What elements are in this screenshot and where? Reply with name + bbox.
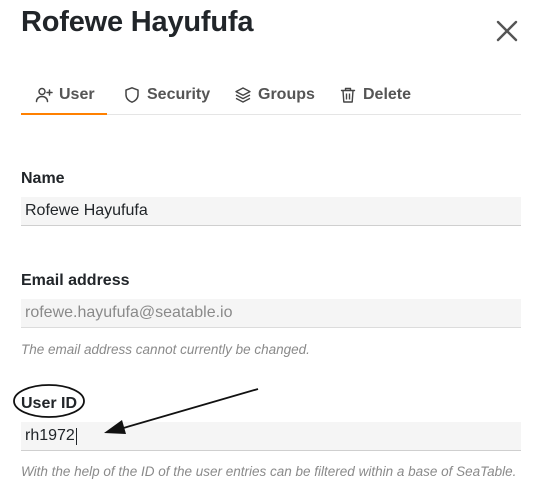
annotation-arrow <box>104 388 259 434</box>
name-label: Name <box>21 170 65 187</box>
layers-icon <box>234 86 252 104</box>
text-caret <box>75 427 77 445</box>
email-label: Email address <box>21 272 130 289</box>
email-help-text: The email address cannot currently be ch… <box>21 342 310 357</box>
shield-icon <box>123 86 141 104</box>
close-button[interactable] <box>494 18 520 44</box>
name-value: Rofewe Hayufufa <box>25 202 148 219</box>
annotation-ellipse <box>13 384 85 418</box>
tab-security-label: Security <box>147 86 211 103</box>
email-value: rofewe.hayufufa@seatable.io <box>25 304 233 321</box>
user-edit-dialog: Rofewe Hayufufa User Security Groups Del… <box>0 0 550 494</box>
tab-user-label: User <box>59 86 95 103</box>
user-plus-icon <box>35 86 53 104</box>
trash-icon <box>339 86 357 104</box>
email-field: rofewe.hayufufa@seatable.io <box>21 299 521 328</box>
user-id-field[interactable]: rh1972 <box>21 422 521 451</box>
tab-security[interactable]: Security <box>123 76 210 114</box>
user-id-value: rh1972 <box>25 427 75 444</box>
tab-groups[interactable]: Groups <box>234 76 315 114</box>
tab-delete[interactable]: Delete <box>339 76 411 114</box>
name-field[interactable]: Rofewe Hayufufa <box>21 197 521 226</box>
tab-delete-label: Delete <box>363 86 412 103</box>
user-id-help-text: With the help of the ID of the user entr… <box>21 464 517 479</box>
tab-user[interactable]: User <box>21 76 107 115</box>
tab-groups-label: Groups <box>258 86 315 103</box>
tab-bar: User Security Groups Delete <box>21 76 521 115</box>
close-icon <box>496 20 518 42</box>
dialog-title: Rofewe Hayufufa <box>21 6 254 38</box>
